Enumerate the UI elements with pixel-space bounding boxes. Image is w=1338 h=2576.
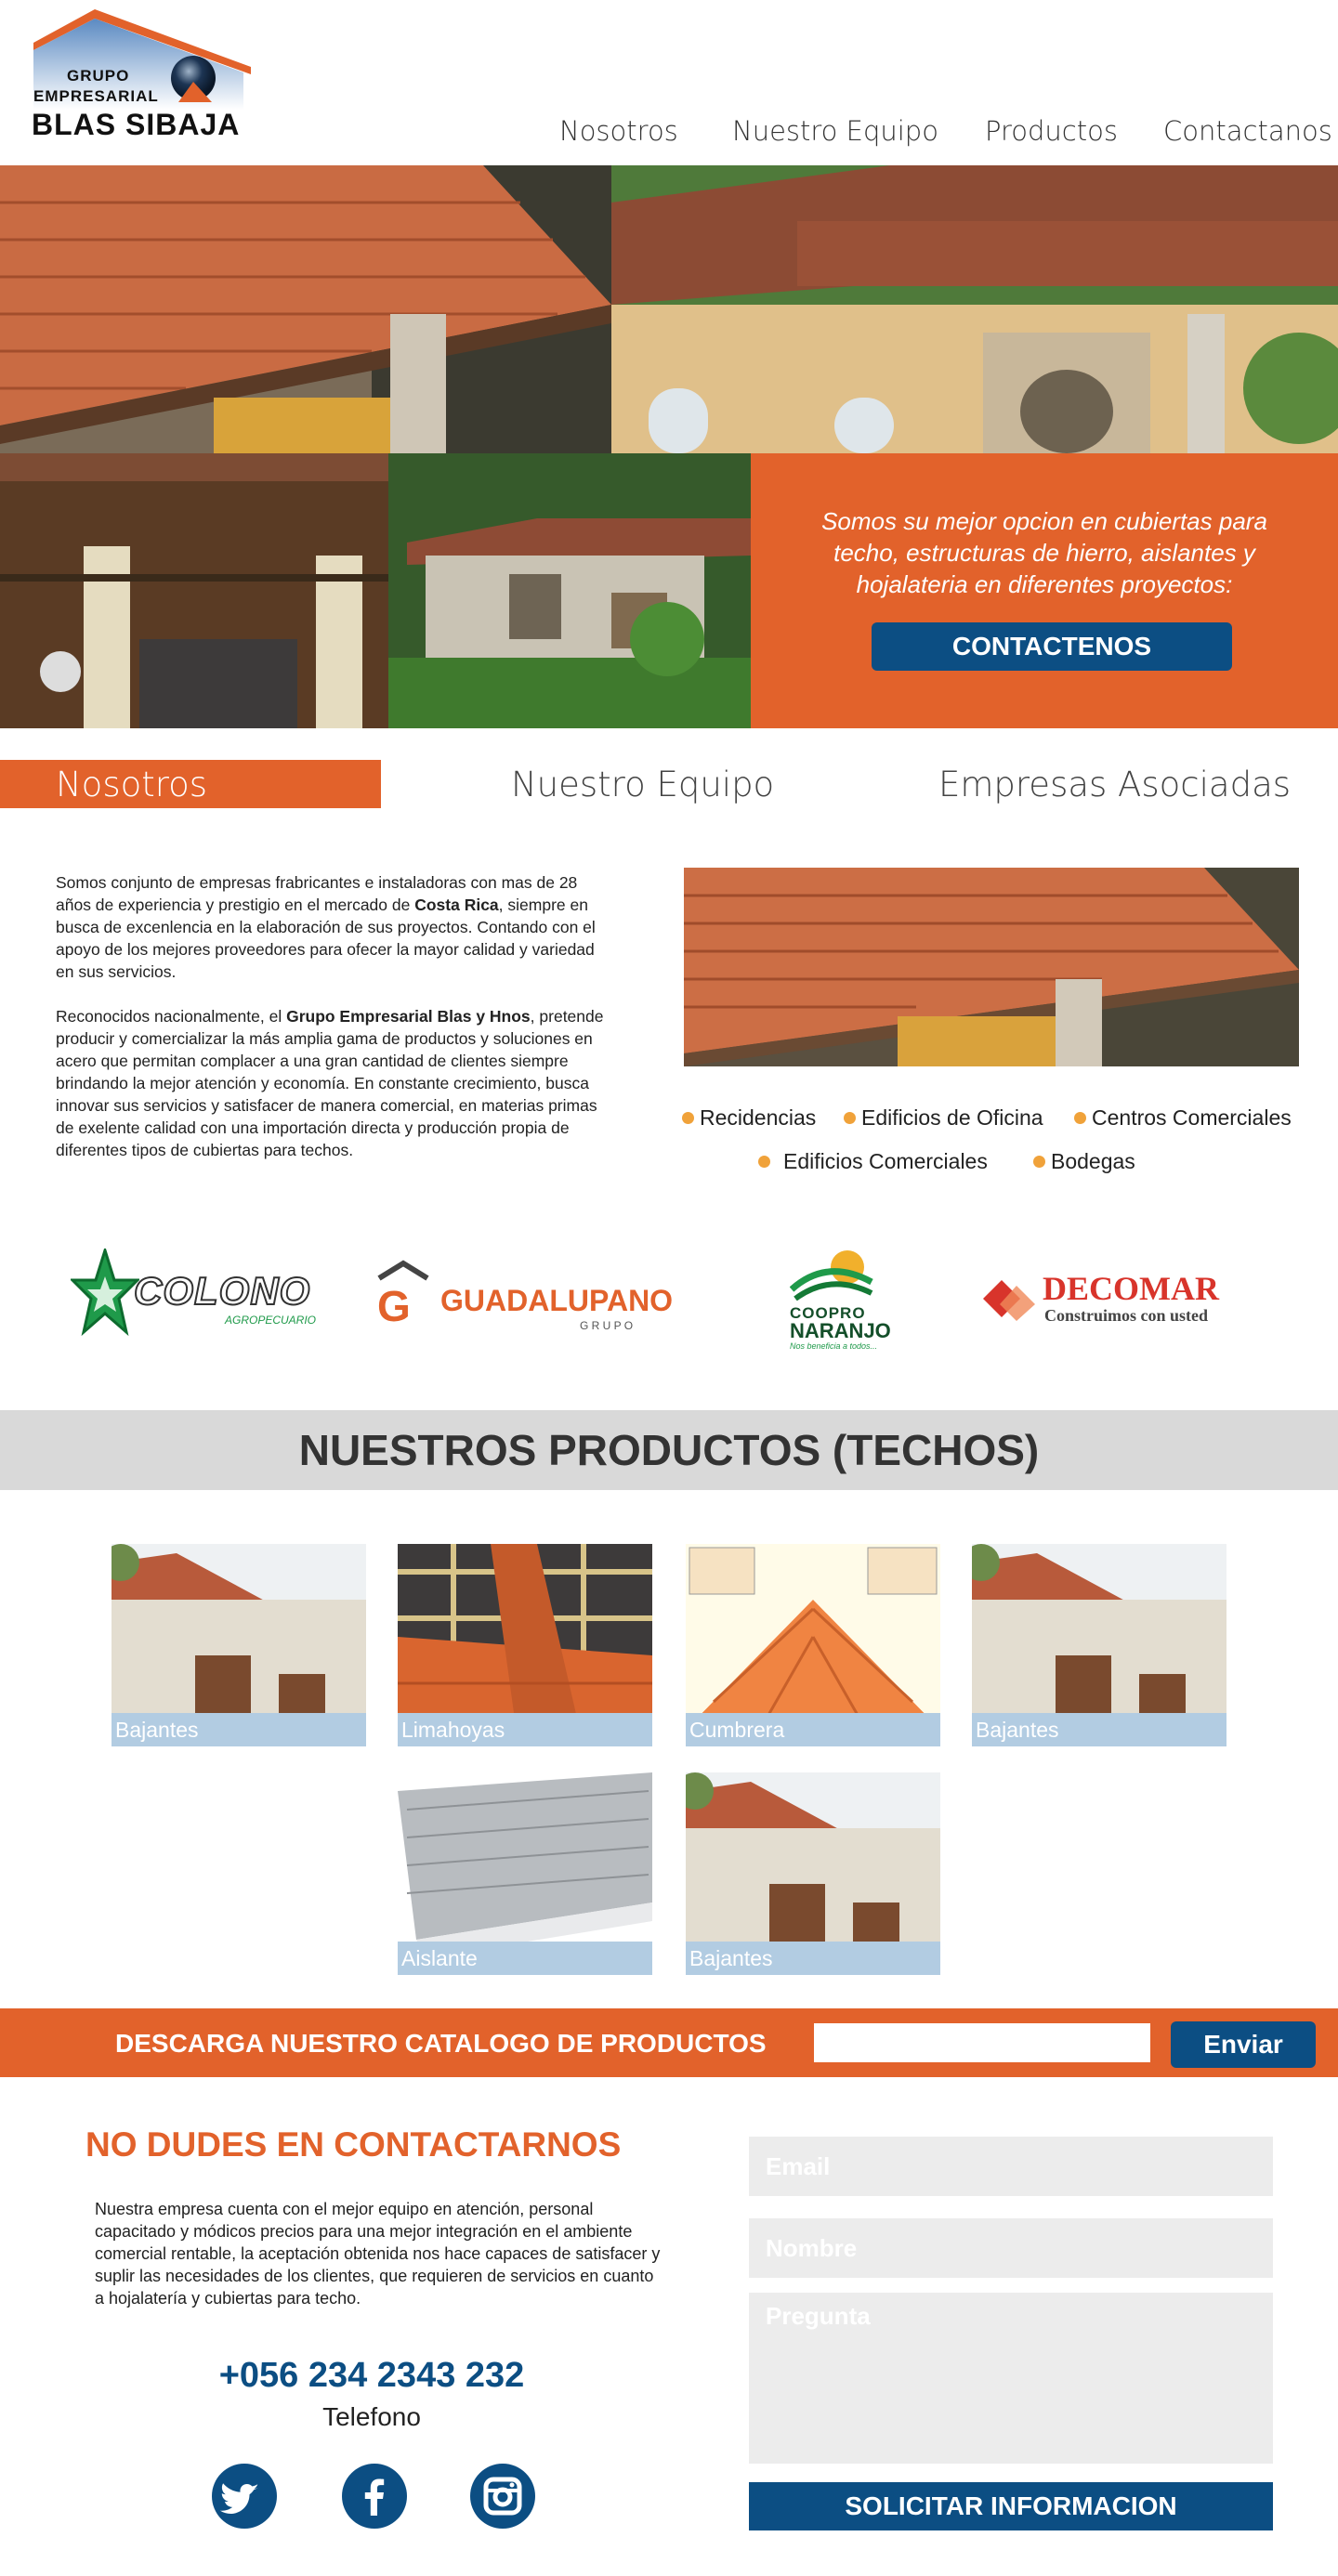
bullet-edificios-oficina: Edificios de Oficina [844,1105,1043,1131]
bullet-label: Edificios de Oficina [861,1105,1043,1130]
partner-logo-guadalupano[interactable]: G GUADALUPANO G R U P O [375,1260,673,1334]
nav-item-contactanos[interactable]: Contactanos [1163,115,1332,147]
decomar-wordmark: DECOMAR [1043,1270,1219,1307]
site-header: GRUPO EMPRESARIAL BLAS SIBAJA Nosotros N… [0,0,1338,165]
bullet-label: Centros Comerciales [1092,1105,1292,1130]
bullet-dot-icon [682,1112,694,1124]
colono-star-icon [71,1249,139,1337]
product-label: Bajantes [112,1713,366,1746]
product-card-aislante[interactable]: Aislante [398,1772,652,1975]
brand-line-1: GRUPO [67,67,130,85]
partner-logo-colono[interactable]: COLONO AGROPECUARIO [71,1249,331,1341]
about-p2-text-a: Reconocidos nacionalmente, el [56,1007,287,1026]
contact-title: NO DUDES EN CONTACTARNOS [85,2125,622,2164]
nav-item-nosotros[interactable]: Nosotros [559,115,678,147]
about-paragraph-2: Reconocidos nacionalmente, el Grupo Empr… [56,1005,613,1161]
catalog-band: DESCARGA NUESTRO CATALOGO DE PRODUCTOS E… [0,2008,1338,2077]
about-p2-text-b: , pretende producir y comercializar la m… [56,1007,604,1159]
hero-cta-panel: Somos su mejor opcion en cubiertas para … [751,453,1338,728]
catalog-label: DESCARGA NUESTRO CATALOGO DE PRODUCTOS [115,2029,767,2058]
about-photo-roof [684,868,1299,1066]
guadalupano-subtitle: G R U P O [580,1319,634,1332]
brand-logo[interactable]: GRUPO EMPRESARIAL BLAS SIBAJA [30,6,253,150]
about-p2-bold: Grupo Empresarial Blas y Hnos [286,1007,531,1026]
colono-subtitle: AGROPECUARIO [225,1314,317,1327]
bullet-bodegas: Bodegas [1033,1149,1135,1174]
solicitar-informacion-button[interactable]: SOLICITAR INFORMACION [749,2482,1273,2530]
hero-photo-porch [0,453,388,728]
bullet-dot-icon [758,1156,770,1168]
coopro-sun-icon [790,1250,873,1301]
product-label: Cumbrera [686,1713,940,1746]
bullet-dot-icon [1033,1156,1045,1168]
product-card-bajantes-1[interactable]: Bajantes [112,1544,366,1746]
name-field[interactable]: Nombre [749,2218,1273,2278]
partner-logo-coopronaranjo[interactable]: COOPRO NARANJO Nos beneficia a todos... [762,1249,901,1351]
bullet-edificios-comerciales: Edificios Comerciales [758,1149,988,1174]
about-p1-bold: Costa Rica [414,896,499,914]
bullet-centros-comerciales: Centros Comerciales [1074,1105,1292,1131]
product-label: Aislante [398,1942,652,1975]
partner-logo-decomar[interactable]: DECOMAR Construimos con usted [983,1270,1262,1328]
brand-line-3: BLAS SIBAJA [32,108,241,141]
product-card-cumbrera[interactable]: Cumbrera [686,1544,940,1746]
svg-text:G: G [377,1282,411,1325]
coopro-subtitle: Nos beneficia a todos... [790,1341,878,1351]
bullet-recidencias: Recidencias [682,1105,816,1131]
email-field[interactable]: Email [749,2137,1273,2196]
nav-item-productos[interactable]: Productos [985,115,1118,147]
hero-tagline: Somos su mejor opcion en cubiertas para … [821,507,1267,598]
enviar-button[interactable]: Enviar [1171,2021,1316,2068]
contact-phone-label: Telefono [322,2402,421,2431]
product-card-bajantes-3[interactable]: Bajantes [686,1772,940,1975]
products-heading: NUESTROS PRODUCTOS (TECHOS) [0,1410,1338,1490]
instagram-icon[interactable] [470,2464,535,2529]
guadalupano-g-icon: G [377,1260,429,1325]
brand-line-2: EMPRESARIAL [33,87,159,105]
hero-photo-roof [0,165,611,453]
tab-nosotros[interactable]: Nosotros [0,760,381,808]
bullet-label: Bodegas [1051,1149,1135,1173]
decomar-diamond-icon [983,1280,1035,1321]
colono-wordmark: COLONO [133,1268,311,1314]
contact-text: Nuestra empresa cuenta con el mejor equi… [95,2200,661,2308]
decomar-subtitle: Construimos con usted [1044,1306,1209,1325]
product-label: Limahoyas [398,1713,652,1746]
product-card-bajantes-2[interactable]: Bajantes [972,1544,1226,1746]
tab-nuestro-equipo[interactable]: Nuestro Equipo [511,760,774,808]
contactenos-button[interactable]: CONTACTENOS [872,622,1232,671]
about-paragraph-1: Somos conjunto de empresas frabricantes … [56,871,613,983]
contact-phone[interactable]: +056 234 2343 232 [0,2356,743,2396]
question-textarea[interactable]: Pregunta [749,2293,1273,2464]
bullet-label: Recidencias [700,1105,817,1130]
bullet-label: Edificios Comerciales [783,1149,988,1173]
product-card-limahoyas[interactable]: Limahoyas [398,1544,652,1746]
facebook-icon[interactable] [342,2464,407,2529]
product-label: Bajantes [972,1713,1226,1746]
tab-empresas-asociadas[interactable]: Empresas Asociadas [938,760,1291,808]
twitter-icon[interactable] [212,2464,277,2529]
nav-item-nuestro-equipo[interactable]: Nuestro Equipo [732,115,938,147]
hero-photo-stone-house [388,453,751,728]
hero-photo-house [611,165,1338,453]
catalog-email-input[interactable] [814,2023,1150,2062]
bullet-dot-icon [1074,1112,1086,1124]
product-label: Bajantes [686,1942,940,1975]
bullet-dot-icon [844,1112,856,1124]
guadalupano-wordmark: GUADALUPANO [440,1284,674,1317]
coopro-wordmark-2: NARANJO [790,1319,891,1342]
